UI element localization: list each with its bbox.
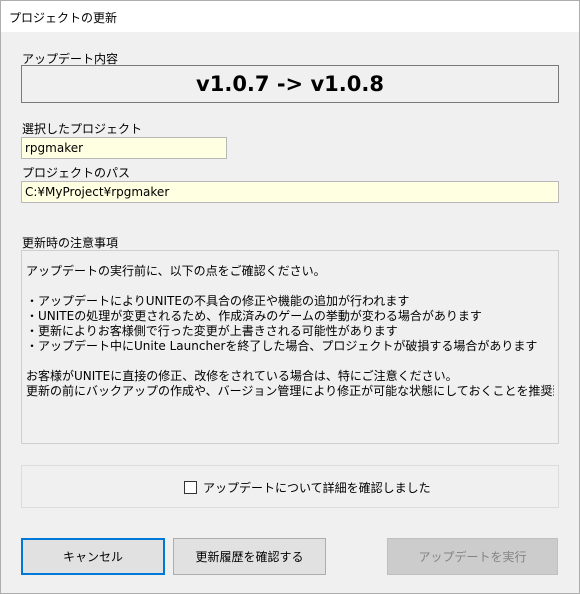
notes-line: ・更新によりお客様側で行った変更が上書きされる可能性があります	[26, 324, 398, 338]
window-title: プロジェクトの更新	[9, 11, 118, 25]
selected-project-field[interactable]: rpgmaker	[21, 137, 227, 159]
project-path-label: プロジェクトのパス	[22, 166, 131, 180]
notes-label: 更新時の注意事項	[22, 236, 119, 250]
checkbox-box[interactable]	[184, 481, 197, 494]
confirm-panel: アップデートについて詳細を確認しました	[21, 465, 559, 508]
notes-line: お客様がUNITEに直接の修正、改修をされている場合は、特にご注意ください。	[26, 369, 458, 383]
confirm-checkbox-label[interactable]: アップデートについて詳細を確認しました	[203, 479, 431, 496]
notes-line: ・アップデートによりUNITEの不具合の修正や機能の追加が行われます	[26, 294, 410, 308]
notes-line	[26, 354, 554, 369]
execute-update-button[interactable]: アップデートを実行	[387, 538, 558, 575]
selected-project-label: 選択したプロジェクト	[22, 122, 143, 136]
notes-line: ・UNITEの処理が変更されるため、作成済みのゲームの挙動が変わる場合があります	[26, 309, 482, 323]
notes-line: 更新の前にバックアップの作成や、バージョン管理により修正が可能な状態にしておくこ…	[26, 384, 554, 398]
cancel-button[interactable]: キャンセル	[21, 538, 165, 575]
notes-textbox[interactable]: アップデートの実行前に、以下の点をご確認ください。 ・アップデートによりUNIT…	[21, 250, 559, 444]
title-bar[interactable]: プロジェクトの更新	[1, 0, 579, 32]
project-path-field[interactable]: C:¥MyProject¥rpgmaker	[21, 181, 559, 203]
confirm-checkbox[interactable]: アップデートについて詳細を確認しました	[184, 479, 431, 496]
notes-line: アップデートの実行前に、以下の点をご確認ください。	[26, 264, 326, 278]
view-history-button[interactable]: 更新履歴を確認する	[173, 538, 326, 575]
version-display: v1.0.7 -> v1.0.8	[21, 65, 559, 103]
update-project-dialog: プロジェクトの更新 アップデート内容 v1.0.7 -> v1.0.8 選択した…	[0, 0, 580, 594]
notes-line	[26, 279, 554, 294]
version-text: v1.0.7 -> v1.0.8	[196, 72, 384, 96]
notes-line: ・アップデート中にUnite Launcherを終了した場合、プロジェクトが破損…	[26, 339, 538, 353]
